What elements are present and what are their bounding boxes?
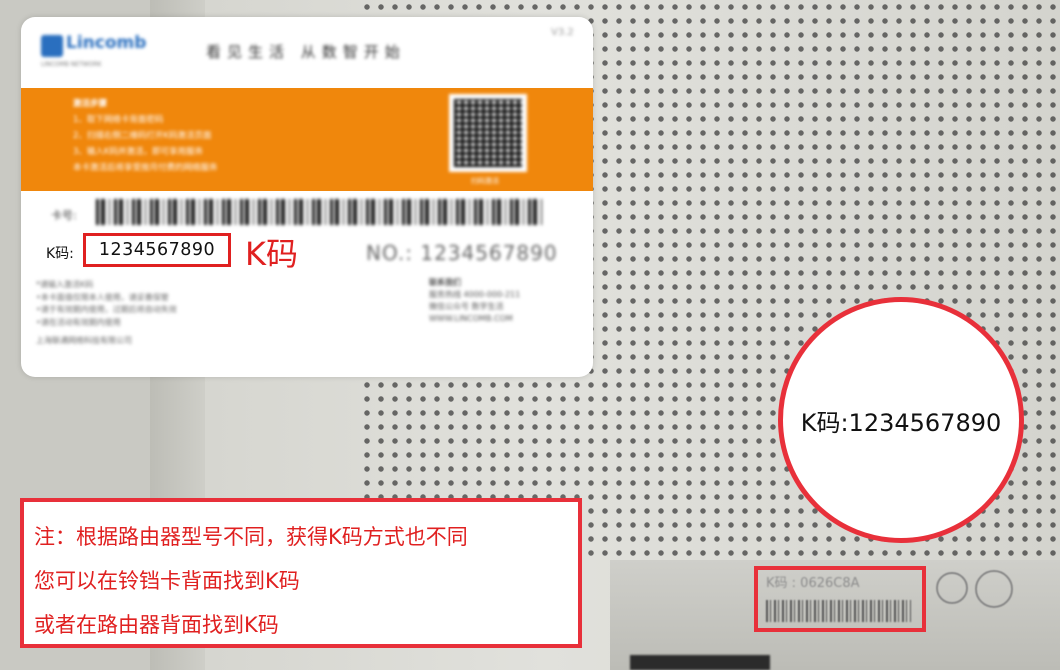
card-orange-band: 激活步骤 1、取下网络卡背面密码 2、扫描右侧二维码打开K码激活页面 3、输入K… [21, 88, 593, 191]
contact-line: 服务热线 4000-000-211 [429, 290, 521, 299]
card-version: V3.2 [551, 27, 574, 38]
note-callout: 注：根据路由器型号不同，获得K码方式也不同 您可以在铃铛卡背面找到K码 或者在路… [20, 498, 582, 648]
brand-name: Lincomb [66, 33, 147, 53]
router-label-highlight [754, 566, 926, 632]
scene-photo: K码 : 0626C8A Lincomb LINCOMB NETWORK 看见生… [0, 0, 1060, 670]
router-bottom-logo [630, 655, 770, 670]
brand-logo: Lincomb LINCOMB NETWORK [41, 33, 146, 69]
brand-logo-icon [41, 35, 63, 57]
card-footer: 上海联通网络科技有限公司 [36, 336, 132, 345]
contact-line: WWW.LINCOMB.COM [429, 314, 513, 323]
magnified-k-code: K码:1234567890 [800, 408, 1002, 437]
card-notes: *请输入激活K码 •本卡面值仅限本人使用，请妥善保管 •请于有效期内使用，过期后… [36, 279, 177, 348]
note-line-3: 或者在路由器背面找到K码 [34, 613, 279, 637]
contact-line: 微信公众号 数字生活 [429, 302, 504, 311]
note-line-1: 注：根据路由器型号不同，获得K码方式也不同 [34, 525, 468, 549]
contact-info: 联系我们 服务热线 4000-000-211 微信公众号 数字生活 WWW.LI… [429, 277, 520, 325]
steps-title: 激活步骤 [73, 99, 108, 109]
k-code-value-highlight: 1234567890 [83, 233, 231, 267]
k-code-label: K码: [46, 246, 74, 262]
note-line: •请于有效期内使用，过期后将自动失效 [36, 305, 177, 314]
qr-caption: 扫码激活 [471, 177, 499, 185]
serial-number: NO.: 1234567890 [366, 241, 558, 265]
note-line-2: 您可以在铃铛卡背面找到K码 [34, 569, 300, 593]
magnifier-circle: K码:1234567890 [778, 297, 1024, 543]
step-item: 1、取下网络卡背面密码 [73, 115, 164, 125]
k-code-annotation: K码 [245, 235, 298, 273]
note-line: •本卡面值仅限本人使用，请妥善保管 [36, 292, 169, 302]
step-item: 3、输入K码并激活，即可享用服务 [73, 147, 203, 157]
certification-seal-icon [975, 570, 1013, 608]
qr-code [449, 94, 527, 172]
card-number-label: 卡号: [51, 209, 77, 222]
certification-mark-icon [936, 572, 968, 604]
contact-title: 联系我们 [429, 278, 461, 287]
card-slogan: 看见生活 从数智开始 [206, 43, 406, 61]
brand-subtitle: LINCOMB NETWORK [41, 61, 102, 68]
step-item: 2、扫描右侧二维码打开K码激活页面 [73, 131, 212, 141]
note-line: •请在活动有效期内使用 [36, 317, 121, 327]
activation-steps: 激活步骤 1、取下网络卡背面密码 2、扫描右侧二维码打开K码激活页面 3、输入K… [73, 96, 218, 176]
note-line: *请输入激活K码 [36, 280, 94, 289]
card-barcode [96, 199, 546, 225]
step-item: 本卡激活后将享受按月付费的网络服务 [73, 163, 218, 173]
k-code-card: Lincomb LINCOMB NETWORK 看见生活 从数智开始 V3.2 … [21, 17, 593, 377]
